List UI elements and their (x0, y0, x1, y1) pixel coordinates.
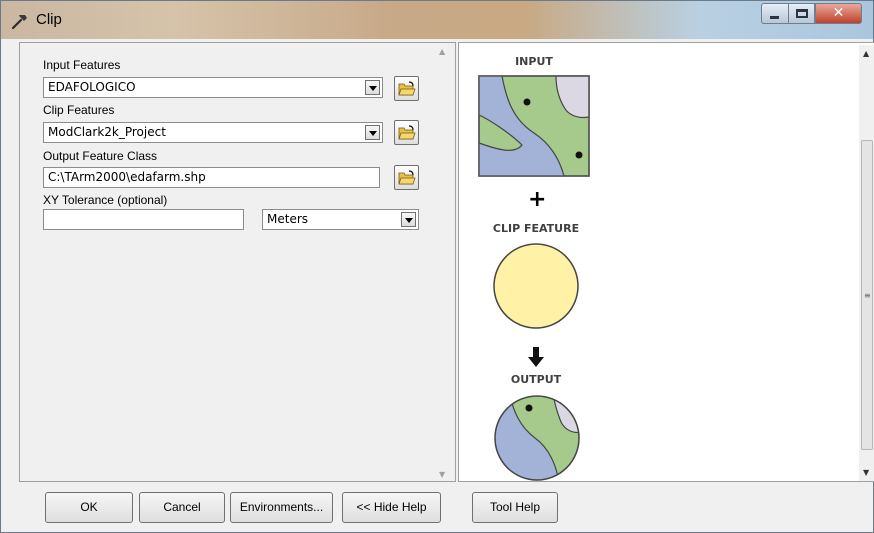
clip-features-label: Clip Features (43, 103, 115, 117)
clip-features-value: ModClark2k_Project (48, 125, 166, 139)
minimize-button[interactable] (761, 3, 788, 24)
input-features-browse-button[interactable] (394, 76, 419, 101)
maximize-button[interactable] (788, 3, 815, 24)
input-caption: INPUT (515, 55, 553, 68)
scrollbar-grip-icon: ≡ (864, 291, 871, 300)
output-feature-class-label: Output Feature Class (43, 149, 158, 163)
arrow-down-icon (528, 347, 544, 367)
tool-help-button[interactable]: Tool Help (472, 492, 558, 523)
minimize-icon (770, 16, 779, 19)
maximize-icon (796, 9, 808, 18)
chevron-down-icon[interactable] (401, 212, 416, 227)
window-title: Clip (36, 11, 62, 28)
clip-dialog-window: Clip ✕ ▲ ▼ Input Features EDAFOLOGICO Cl… (0, 0, 874, 533)
close-icon: ✕ (832, 5, 845, 21)
cancel-button[interactable]: Cancel (139, 492, 225, 523)
clip-feature-caption: CLIP FEATURE (492, 222, 580, 235)
scroll-down-arrow-icon[interactable]: ▼ (863, 468, 869, 477)
input-features-value: EDAFOLOGICO (48, 80, 136, 94)
chevron-down-icon[interactable] (365, 125, 380, 140)
parameters-scrollbar[interactable]: ▲ ▼ (435, 45, 453, 481)
environments-button[interactable]: Environments... (230, 492, 333, 523)
xy-tolerance-unit-combo[interactable]: Meters (262, 209, 419, 230)
xy-tolerance-unit-value: Meters (267, 212, 309, 226)
output-caption: OUTPUT (510, 373, 562, 386)
xy-tolerance-label: XY Tolerance (optional) (43, 193, 168, 207)
open-folder-icon (398, 125, 416, 140)
scroll-up-arrow-icon[interactable]: ▲ (439, 47, 445, 56)
input-map-illustration (478, 75, 590, 177)
scroll-up-arrow-icon[interactable]: ▲ (863, 49, 869, 58)
scroll-down-arrow-icon[interactable]: ▼ (439, 470, 445, 479)
output-illustration (494, 395, 580, 481)
input-features-combo[interactable]: EDAFOLOGICO (43, 77, 383, 98)
open-folder-icon (398, 170, 416, 185)
clip-features-browse-button[interactable] (394, 120, 419, 145)
plus-symbol: + (528, 187, 547, 212)
input-features-label: Input Features (43, 58, 121, 72)
ok-button[interactable]: OK (45, 492, 133, 523)
title-bar[interactable]: Clip ✕ (1, 1, 873, 39)
hide-help-button[interactable]: << Hide Help (342, 492, 441, 523)
clip-feature-illustration (493, 243, 579, 329)
xy-tolerance-input[interactable] (43, 209, 244, 230)
output-feature-class-input[interactable]: C:\TArm2000\edafarm.shp (43, 167, 380, 188)
help-scrollbar[interactable]: ▲ ≡ ▼ (859, 45, 874, 481)
hammer-icon (11, 15, 27, 30)
output-feature-class-browse-button[interactable] (394, 165, 419, 190)
close-button[interactable]: ✕ (815, 3, 862, 24)
open-folder-icon (398, 81, 416, 96)
chevron-down-icon[interactable] (365, 80, 380, 95)
clip-features-combo[interactable]: ModClark2k_Project (43, 122, 383, 143)
